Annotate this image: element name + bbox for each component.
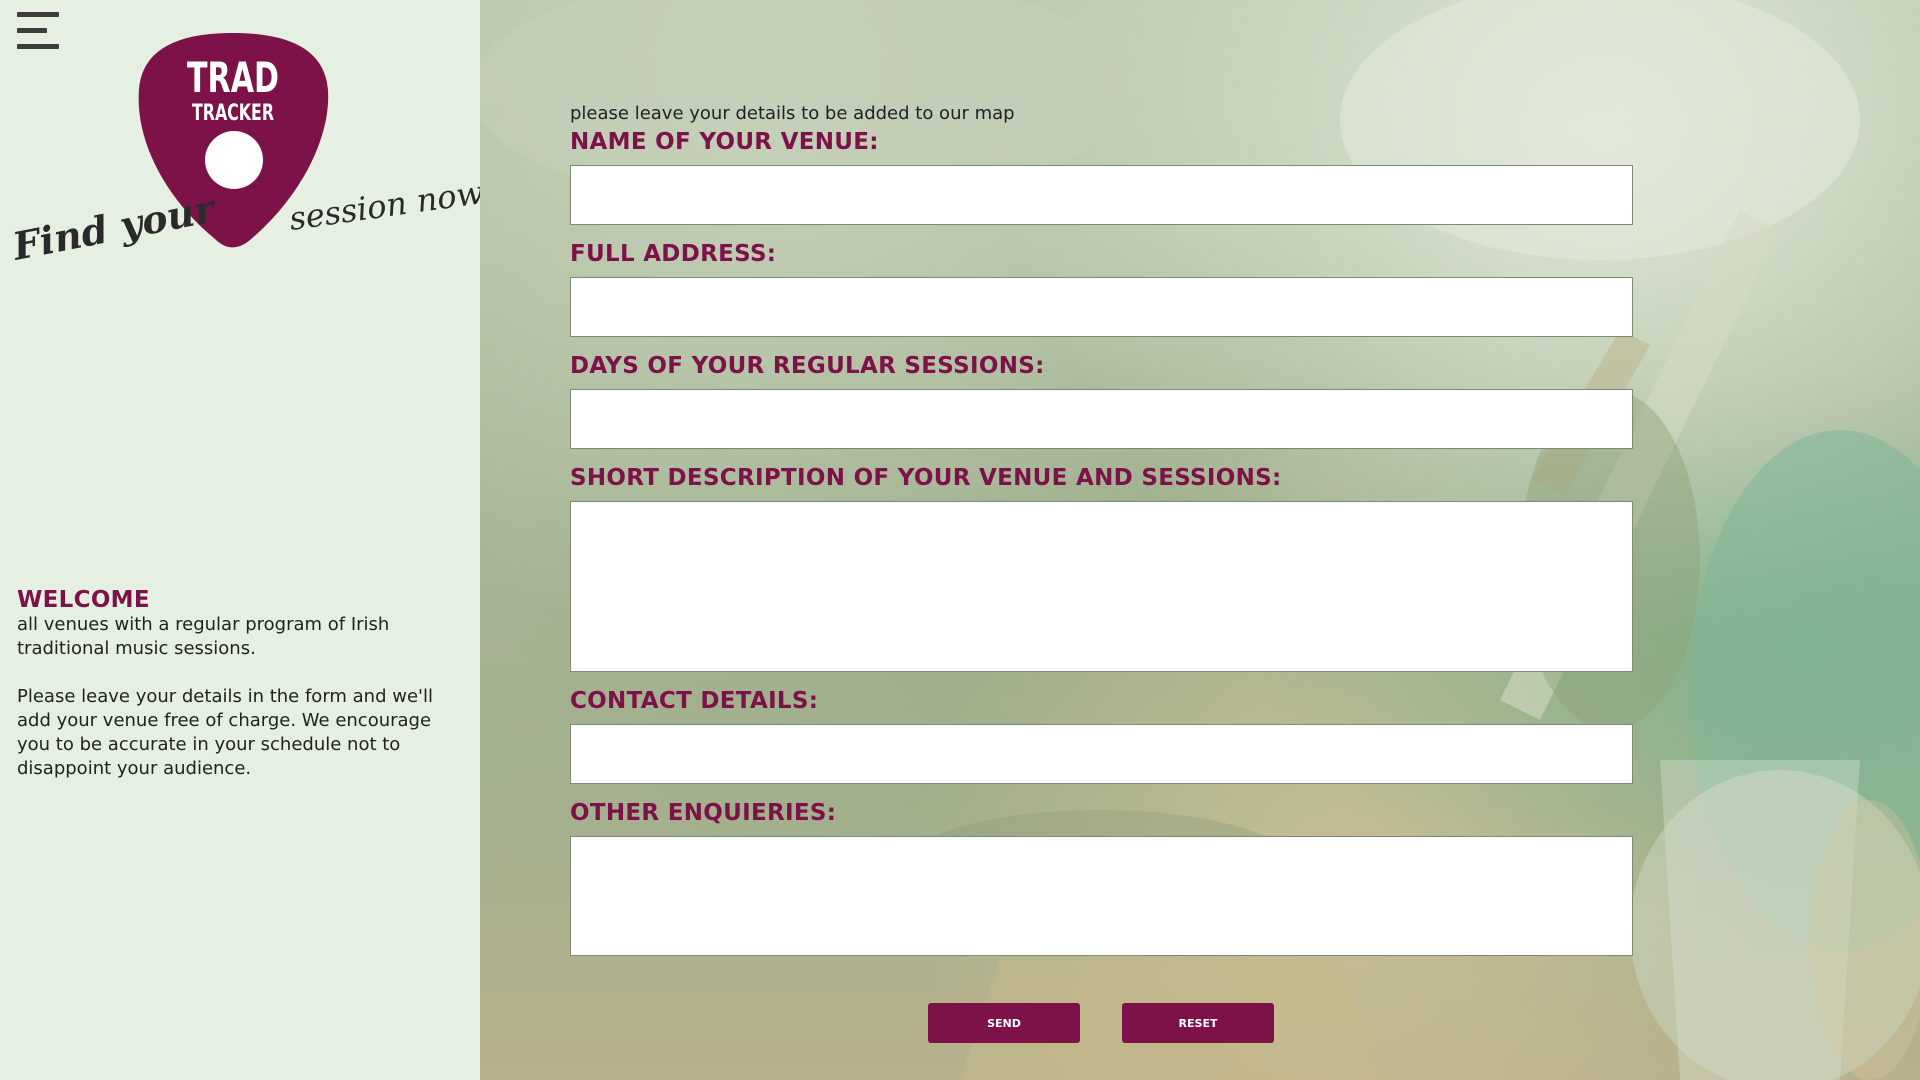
session-days-input[interactable] — [570, 389, 1633, 449]
address-label: FULL ADDRESS: — [570, 241, 777, 267]
tagline-right: session now — [287, 173, 480, 238]
main-content: please leave your details to be added to… — [480, 0, 1920, 1080]
welcome-paragraph-1: all venues with a regular program of Iri… — [17, 614, 390, 659]
logo-line2: TRACKER — [192, 101, 274, 126]
other-enquiries-label: OTHER ENQUIERIES: — [570, 800, 837, 826]
welcome-paragraph-2: Please leave your details in the form an… — [17, 686, 433, 779]
form-intro: please leave your details to be added to… — [570, 103, 1015, 124]
trad-tracker-logo[interactable]: TRAD TRACKER Find your session now — [0, 28, 480, 278]
welcome-heading: WELCOME — [17, 587, 150, 613]
address-input[interactable] — [570, 277, 1633, 337]
contact-label: CONTACT DETAILS: — [570, 688, 819, 714]
venue-name-input[interactable] — [570, 165, 1633, 225]
pick-hole — [205, 131, 263, 189]
logo-graphic: TRAD TRACKER Find your session now — [8, 33, 480, 269]
page: TRAD TRACKER Find your session now WELCO… — [0, 0, 1920, 1080]
description-textarea[interactable] — [570, 501, 1633, 672]
welcome-section: WELCOME all venues with a regular progra… — [17, 587, 467, 781]
other-enquiries-textarea[interactable] — [570, 836, 1633, 956]
menu-line — [17, 12, 59, 17]
session-days-label: DAYS OF YOUR REGULAR SESSIONS: — [570, 353, 1045, 379]
venue-form: please leave your details to be added to… — [570, 100, 1633, 970]
tagline-left: Find your — [8, 185, 221, 269]
send-button[interactable]: SEND — [928, 1003, 1080, 1043]
sidebar: TRAD TRACKER Find your session now WELCO… — [0, 0, 480, 1080]
logo-line1: TRAD — [187, 53, 279, 102]
description-label: SHORT DESCRIPTION OF YOUR VENUE AND SESS… — [570, 465, 1282, 491]
reset-button[interactable]: RESET — [1122, 1003, 1274, 1043]
contact-input[interactable] — [570, 724, 1633, 784]
venue-name-label: NAME OF YOUR VENUE: — [570, 129, 879, 155]
